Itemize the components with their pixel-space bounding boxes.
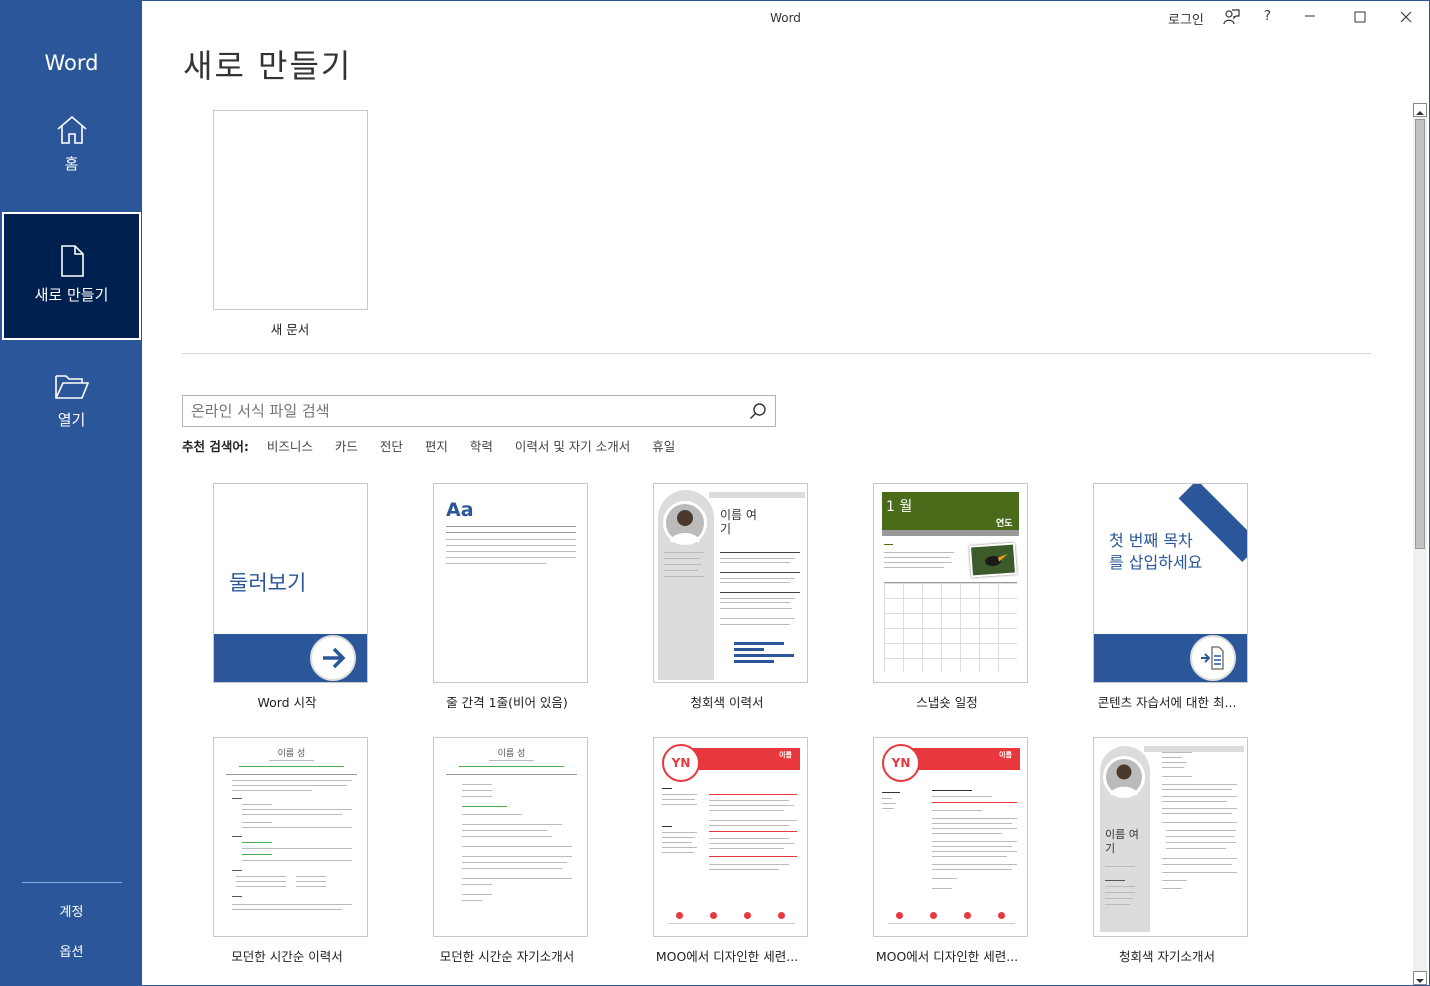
template-preview-title: 이름 여기 (720, 508, 757, 536)
minimize-button[interactable] (1304, 3, 1316, 21)
template-search-box (182, 395, 776, 427)
template-toc-tutorial[interactable]: 새로 만들기 첫 번째 목차를 삽입하세요 (1093, 483, 1248, 683)
template-modern-chronological-resume[interactable]: 이름 성 (213, 737, 368, 937)
template-preview-subtitle: 이름 (999, 751, 1012, 759)
template-label: MOO에서 디자인한 세련... (655, 949, 799, 964)
contact-dot-icon (676, 912, 683, 919)
template-preview-subtitle: 이름 (779, 751, 792, 759)
search-icon[interactable] (749, 402, 767, 424)
skill-bar (734, 648, 764, 651)
template-blue-grey-cover-letter[interactable]: 이름 여기 (1093, 737, 1248, 937)
suggested-search-link[interactable]: 전단 (380, 439, 403, 454)
template-preview-header (709, 492, 805, 498)
suggested-search-link[interactable]: 학력 (470, 439, 493, 454)
monogram-circle: YN (662, 744, 700, 782)
contact-dot-icon (930, 912, 937, 919)
template-label: 스냅숏 일정 (916, 695, 978, 710)
template-take-a-tour[interactable]: 둘러보기 (213, 483, 368, 683)
help-button[interactable]: ? (1264, 9, 1271, 24)
skill-bar (734, 654, 794, 657)
template-preview-title: 둘러보기 (229, 571, 307, 595)
template-modern-chronological-cover-letter[interactable]: 이름 성 (433, 737, 588, 937)
suggested-search-link[interactable]: 비즈니스 (267, 439, 313, 454)
skill-bar (734, 660, 774, 663)
sidebar-item-open[interactable]: 열기 (3, 371, 140, 443)
template-preview-subtitle: 연도 (996, 519, 1013, 529)
blank-document-thumbnail[interactable] (213, 110, 368, 310)
sidebar-item-label: 홈 (64, 155, 79, 173)
monogram-circle: YN (882, 744, 920, 782)
app-name: Word (44, 51, 99, 75)
suggested-search-link[interactable]: 카드 (335, 439, 358, 454)
sidebar-item-account[interactable]: 계정 (1, 901, 142, 920)
vertical-scrollbar[interactable] (1413, 103, 1427, 985)
word-window: Word 홈 새로 만들기 열기 계정 옵션 Word 로그인 ? 새로 만들기… (0, 0, 1430, 986)
template-label: 콘텐츠 자습서에 대한 최... (1097, 695, 1237, 710)
skill-bar (734, 642, 784, 645)
template-preview-title: 첫 번째 목차를 삽입하세요 (1109, 531, 1203, 572)
suggested-search-link[interactable]: 이력서 및 자기 소개서 (515, 439, 630, 454)
contact-dot-icon (710, 912, 717, 919)
feedback-icon[interactable] (1222, 8, 1240, 30)
calendar-grid (884, 582, 1017, 672)
template-moo-cover-letter[interactable]: YN 이름 (873, 737, 1028, 937)
template-preview-bar (882, 530, 1019, 536)
close-button[interactable] (1400, 11, 1412, 27)
contact-dot-icon (744, 912, 751, 919)
suggested-search-link[interactable]: 휴일 (652, 439, 675, 454)
section-divider (182, 353, 1371, 354)
sidebar-item-options[interactable]: 옵션 (1, 941, 142, 960)
sidebar-item-label: 열기 (57, 411, 86, 429)
template-label: 모던한 시간순 이력서 (231, 949, 343, 964)
template-single-spaced[interactable]: Aa (433, 483, 588, 683)
profile-photo-icon (1103, 756, 1145, 798)
template-preview-title: 1 월 (886, 499, 913, 515)
contact-dot-icon (896, 912, 903, 919)
template-preview-title: 이름 여기 (1105, 828, 1139, 855)
scroll-up-button[interactable] (1413, 103, 1427, 117)
template-label: Word 시작 (257, 695, 317, 710)
template-label: 모던한 시간순 자기소개서 (439, 949, 575, 964)
sidebar-item-new[interactable]: 새로 만들기 (2, 212, 141, 340)
template-snapshot-calendar[interactable]: 1 월 연도 (873, 483, 1028, 683)
contact-dot-icon (998, 912, 1005, 919)
monogram-text: YN (671, 756, 691, 770)
template-preview-title: Aa (446, 499, 474, 521)
contact-dot-icon (964, 912, 971, 919)
template-preview-title: 이름 성 (277, 749, 306, 759)
sidebar-divider (22, 882, 122, 883)
template-label: 줄 간격 1줄(비어 있음) (446, 695, 568, 710)
template-label: 청회색 자기소개서 (1119, 949, 1215, 964)
suggested-searches-label: 추천 검색어: (182, 439, 249, 454)
title-bar: Word 로그인 ? (142, 1, 1429, 37)
new-document-icon (4, 244, 139, 278)
home-icon (3, 113, 140, 147)
insert-toc-icon (1190, 635, 1236, 681)
template-moo-resume[interactable]: YN 이름 (653, 737, 808, 937)
sidebar: Word 홈 새로 만들기 열기 계정 옵션 (1, 1, 142, 986)
bird-photo-icon (968, 542, 1018, 578)
template-preview-header (1144, 746, 1244, 752)
page-title: 새로 만들기 (183, 47, 353, 85)
scrollbar-thumb[interactable] (1415, 119, 1425, 549)
template-label: MOO에서 디자인한 세련... (875, 949, 1019, 964)
monogram-text: YN (891, 756, 911, 770)
maximize-button[interactable] (1354, 11, 1366, 27)
template-preview-title: 이름 성 (497, 749, 526, 759)
suggested-search-link[interactable]: 편지 (425, 439, 448, 454)
sidebar-item-home[interactable]: 홈 (3, 113, 140, 185)
template-blue-grey-resume[interactable]: 이름 여기 (653, 483, 808, 683)
template-label: 청회색 이력서 (690, 695, 764, 710)
scroll-down-button[interactable] (1413, 971, 1427, 985)
sign-in-button[interactable]: 로그인 (1168, 9, 1204, 28)
template-search-input[interactable] (183, 396, 743, 426)
arrow-right-icon (310, 635, 356, 681)
profile-photo-icon (663, 501, 707, 545)
blank-document-label: 새 문서 (270, 322, 310, 337)
folder-open-icon (3, 371, 140, 403)
contact-dot-icon (778, 912, 785, 919)
suggested-searches: 추천 검색어: 비즈니스 카드 전단 편지 학력 이력서 및 자기 소개서 휴일 (182, 436, 693, 455)
sidebar-item-label: 새로 만들기 (34, 286, 109, 304)
